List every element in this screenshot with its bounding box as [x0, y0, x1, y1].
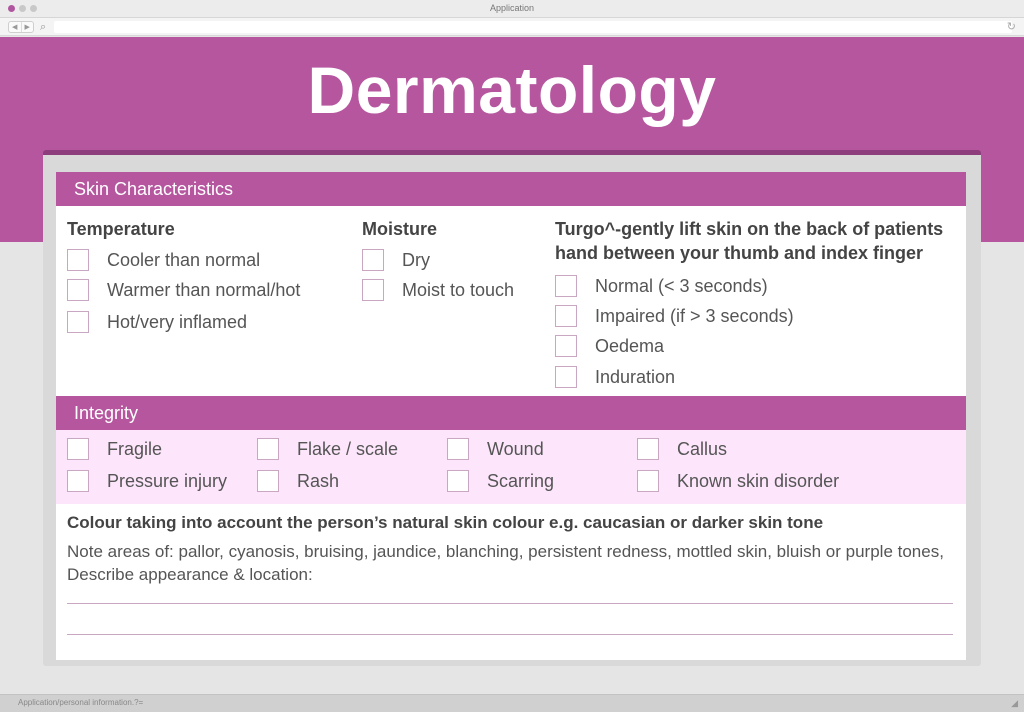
page-title: Dermatology — [307, 53, 717, 127]
resize-grip-icon[interactable]: ◢ — [1011, 698, 1018, 709]
option-label: Warmer than normal/hot — [107, 279, 301, 300]
temperature-heading: Temperature — [67, 219, 175, 239]
checkbox-turgor-impaired[interactable]: Impaired (if > 3 seconds) — [555, 304, 794, 328]
checkbox[interactable] — [67, 311, 89, 333]
checkbox-flake[interactable]: Flake / scale — [257, 437, 398, 461]
checkbox-callus[interactable]: Callus — [637, 437, 727, 461]
checkbox[interactable] — [555, 335, 577, 357]
section-header-integrity: Integrity — [56, 396, 966, 430]
checkbox-fragile[interactable]: Fragile — [67, 437, 162, 461]
checkbox-scarring[interactable]: Scarring — [447, 469, 554, 493]
reload-icon[interactable]: ↻ — [1007, 20, 1016, 34]
notes-line-1[interactable] — [67, 603, 953, 604]
form-card: Skin Characteristics Temperature Cooler … — [43, 150, 981, 666]
checkbox-moist[interactable]: Moist to touch — [362, 278, 514, 302]
checkbox-known-skin-disorder[interactable]: Known skin disorder — [637, 469, 839, 493]
option-label: Impaired (if > 3 seconds) — [595, 305, 794, 326]
colour-description: Note areas of: pallor, cyanosis, bruisin… — [67, 542, 944, 584]
option-label: Oedema — [595, 335, 665, 356]
turgor-heading-line2: hand between your thumb and index finger — [555, 243, 924, 263]
moisture-heading: Moisture — [362, 219, 438, 239]
form-body: Skin Characteristics Temperature Cooler … — [56, 172, 966, 660]
checkbox[interactable] — [257, 438, 279, 460]
checkbox-wound[interactable]: Wound — [447, 437, 544, 461]
option-label: Pressure injury — [107, 470, 228, 491]
notes-line-2[interactable] — [67, 634, 953, 635]
option-label: Cooler than normal — [107, 249, 261, 270]
checkbox[interactable] — [362, 279, 384, 301]
option-label: Fragile — [107, 438, 163, 459]
checkbox[interactable] — [67, 470, 89, 492]
checkbox[interactable] — [555, 305, 577, 327]
address-bar: ◀ ▶ ⌕ ↻ — [0, 18, 1024, 36]
window-title: Application — [489, 3, 535, 13]
option-label: Flake / scale — [297, 438, 399, 459]
option-label: Wound — [487, 438, 544, 459]
checkbox[interactable] — [257, 470, 279, 492]
search-icon[interactable]: ⌕ — [40, 20, 46, 34]
checkbox-rash[interactable]: Rash — [257, 469, 339, 493]
option-label: Normal (< 3 seconds) — [595, 275, 768, 296]
checkbox-dry[interactable]: Dry — [362, 248, 430, 272]
checkbox[interactable] — [447, 438, 469, 460]
checkbox[interactable] — [67, 249, 89, 271]
checkbox-turgor-normal[interactable]: Normal (< 3 seconds) — [555, 274, 768, 298]
checkbox[interactable] — [362, 249, 384, 271]
option-label: Induration — [595, 366, 676, 387]
chevron-left-icon[interactable]: ◀ — [9, 22, 21, 32]
url-field[interactable] — [54, 21, 1012, 33]
checkbox[interactable] — [555, 366, 577, 388]
nav-buttons: ◀ ▶ — [8, 21, 34, 33]
status-bar: Application/personal information.?= ◢ — [0, 694, 1024, 712]
checkbox[interactable] — [447, 470, 469, 492]
checkbox-warmer[interactable]: Warmer than normal/hot — [67, 278, 300, 302]
turgor-heading-line1: Turgo^-gently lift skin on the back of p… — [555, 219, 944, 239]
section-header-skin: Skin Characteristics — [56, 172, 966, 206]
chevron-right-icon[interactable]: ▶ — [20, 22, 34, 32]
colour-heading: Colour taking into account the person’s … — [67, 513, 824, 532]
checkbox-induration[interactable]: Induration — [555, 365, 675, 389]
option-label: Scarring — [487, 470, 555, 491]
option-label: Known skin disorder — [677, 470, 840, 491]
checkbox[interactable] — [637, 438, 659, 460]
checkbox[interactable] — [637, 470, 659, 492]
checkbox-oedema[interactable]: Oedema — [555, 334, 664, 358]
checkbox-cooler[interactable]: Cooler than normal — [67, 248, 260, 272]
checkbox[interactable] — [555, 275, 577, 297]
option-label: Rash — [297, 470, 340, 491]
status-url: Application/personal information.?= — [18, 698, 144, 707]
option-label: Callus — [677, 438, 728, 459]
checkbox-hot[interactable]: Hot/very inflamed — [67, 310, 247, 334]
checkbox-pressure-injury[interactable]: Pressure injury — [67, 469, 227, 493]
option-label: Hot/very inflamed — [107, 311, 248, 332]
window-titlebar: Application — [0, 0, 1024, 18]
option-label: Moist to touch — [402, 279, 515, 300]
checkbox[interactable] — [67, 438, 89, 460]
checkbox[interactable] — [67, 279, 89, 301]
option-label: Dry — [402, 249, 430, 270]
integrity-options: Fragile Flake / scale Wound Callus Press… — [56, 430, 966, 504]
